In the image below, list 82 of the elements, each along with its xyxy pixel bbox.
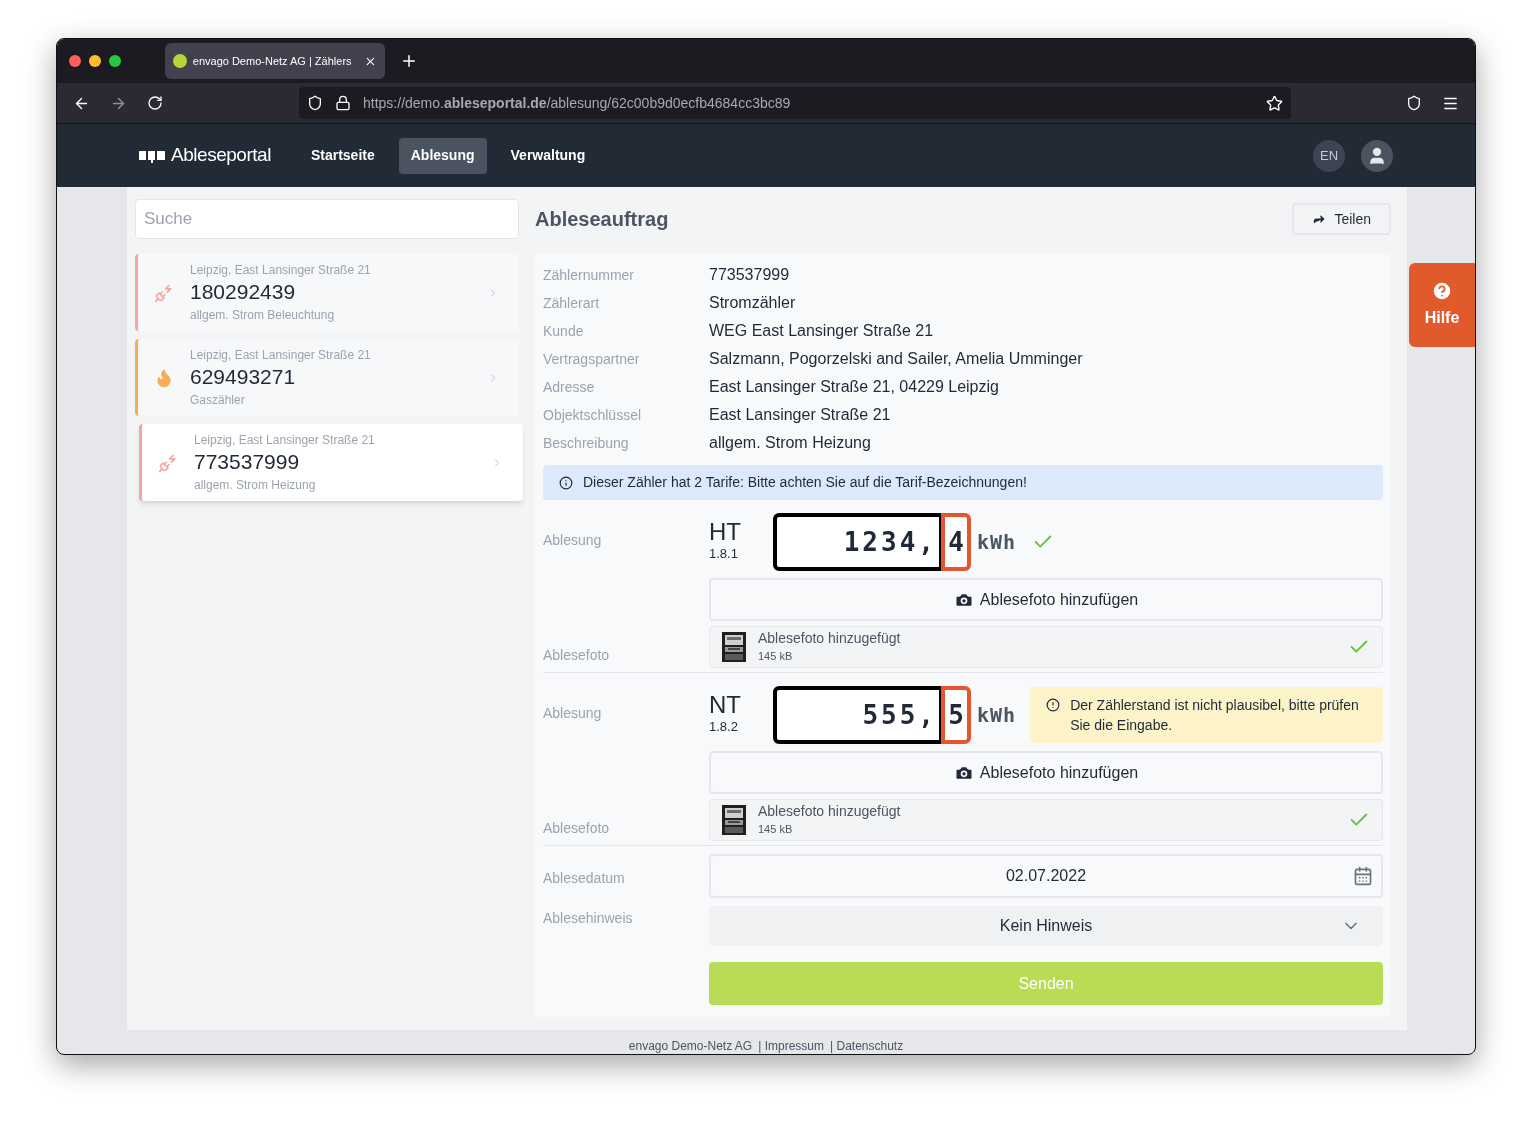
search-field[interactable]: Suche — [135, 199, 519, 239]
add-photo-button[interactable]: Ablesefoto hinzufügen — [709, 751, 1383, 794]
meter-number: 180292439 — [190, 279, 297, 306]
meter-address: Leipzig, East Lansinger Straße 21 — [190, 262, 372, 280]
alert-icon — [1046, 698, 1061, 712]
field-label: Ablesehinweis — [543, 909, 634, 928]
photo-size: 145 kB — [758, 648, 794, 664]
share-icon — [1312, 212, 1327, 226]
shield-icon — [307, 95, 323, 111]
footer-link[interactable]: envago Demo-Netz AG — [628, 1037, 753, 1054]
field-label: Ablesefoto — [543, 819, 611, 838]
field-label: Ablesung — [543, 531, 603, 550]
meter-description: allgem. Strom Beleuchtung — [190, 306, 336, 324]
hint-select[interactable]: Kein Hinweis — [709, 906, 1383, 946]
meter-description: Gaszähler — [190, 391, 246, 409]
photo-size: 145 kB — [758, 821, 794, 837]
nav-link[interactable]: Verwaltung — [498, 137, 598, 174]
photo-name: Ablesefoto hinzugefügt — [758, 630, 902, 648]
address-bar[interactable]: https://demo.ableseportal.de/ablesung/62c00b9d0ecfb4684cc3bc89 — [299, 87, 1291, 119]
field-label: Adresse — [543, 377, 596, 397]
field-label: Ablesung — [543, 704, 603, 723]
meter-address: Leipzig, East Lansinger Straße 21 — [190, 347, 372, 365]
field-value: allgem. Strom Heizung — [709, 433, 871, 453]
lock-icon — [335, 95, 351, 111]
field-label: Objektschlüssel — [543, 405, 643, 425]
user-avatar-icon[interactable] — [1361, 139, 1393, 172]
tariff-name: HT — [709, 520, 742, 545]
info-icon — [559, 475, 573, 490]
field-label: Ablesedatum — [543, 869, 626, 888]
nav-link[interactable]: Ablesung — [398, 137, 487, 174]
unit-label: kWh — [977, 529, 1017, 556]
help-icon — [1431, 280, 1453, 302]
reload-icon[interactable] — [147, 95, 163, 111]
share-button[interactable]: Teilen — [1292, 203, 1391, 235]
meter-address: Leipzig, East Lansinger Straße 21 — [194, 432, 376, 450]
warning-text: Der Zählerstand ist nicht plausibel, bitte prüfen Sie die Eingabe. — [1070, 696, 1360, 735]
field-label: Zählernummer — [543, 265, 636, 285]
flame-icon — [154, 367, 174, 388]
field-value: East Lansinger Straße 21 — [709, 405, 891, 425]
date-field[interactable]: 02.07.2022 — [709, 854, 1383, 898]
meter-card[interactable]: Leipzig, East Lansinger Straße 21 180292439 allgem. Strom Beleuchtung — [135, 254, 519, 331]
language-button[interactable]: EN — [1313, 139, 1345, 172]
calendar-icon[interactable] — [1353, 866, 1373, 886]
bookmark-star-icon[interactable] — [1266, 94, 1283, 112]
footer-link[interactable]: | Datenschutz — [830, 1037, 904, 1054]
field-label: Kunde — [543, 321, 585, 341]
meter-number: 773537999 — [194, 449, 301, 476]
meter-description: allgem. Strom Heizung — [194, 476, 317, 494]
logo-icon — [139, 148, 165, 163]
browser-tab[interactable]: envago Demo-Netz AG | Zählers — [165, 43, 385, 79]
brand-logo[interactable]: Ableseportal — [139, 141, 271, 170]
plug-icon — [158, 452, 178, 473]
add-photo-button[interactable]: Ablesefoto hinzufügen — [709, 578, 1383, 621]
field-value: 773537999 — [709, 265, 790, 285]
photo-name: Ablesefoto hinzugefügt — [758, 803, 902, 821]
field-label: Zählerart — [543, 293, 601, 313]
new-tab-icon[interactable] — [400, 52, 418, 70]
plug-icon — [154, 282, 174, 303]
page-title: Ableseauftrag — [535, 207, 669, 232]
help-button[interactable]: Hilfe — [1409, 263, 1475, 347]
meter-number: 629493271 — [190, 364, 297, 391]
meter-card[interactable]: Leipzig, East Lansinger Straße 21 773537999 allgem. Strom Heizung — [139, 424, 523, 501]
field-value: WEG East Lansinger Straße 21 — [709, 321, 934, 341]
field-value: East Lansinger Straße 21, 04229 Leipzig — [709, 377, 999, 397]
tariff-name: NT — [709, 693, 742, 718]
field-label: Vertragspartner — [543, 349, 641, 369]
info-banner: Dieser Zähler hat 2 Tarife: Bitte achten Sie auf die Tarif-Bezeichnungen! — [543, 465, 1383, 500]
obis-code: 1.8.2 — [709, 718, 739, 737]
maximize-window-icon[interactable] — [109, 55, 121, 67]
field-label: Beschreibung — [543, 433, 630, 453]
nav-link[interactable]: Startseite — [298, 137, 387, 174]
unit-label: kWh — [977, 702, 1017, 729]
url-text: https://demo.ableseportal.de/ablesung/62c00b9d0ecfb4684cc3bc89 — [363, 93, 792, 113]
obis-code: 1.8.1 — [709, 545, 739, 564]
footer-link[interactable]: | Impressum — [758, 1037, 824, 1054]
field-value: Stromzähler — [709, 293, 796, 313]
tab-title: envago Demo-Netz AG | Zählers — [192, 53, 353, 69]
minimize-window-icon[interactable] — [89, 55, 101, 67]
field-label: Ablesefoto — [543, 646, 611, 665]
meter-card[interactable]: Leipzig, East Lansinger Straße 21 629493271 Gaszähler — [135, 339, 519, 416]
field-value: Salzmann, Pogorzelski and Sailer, Amelia Umminger — [709, 349, 1083, 369]
close-window-icon[interactable] — [69, 55, 81, 67]
